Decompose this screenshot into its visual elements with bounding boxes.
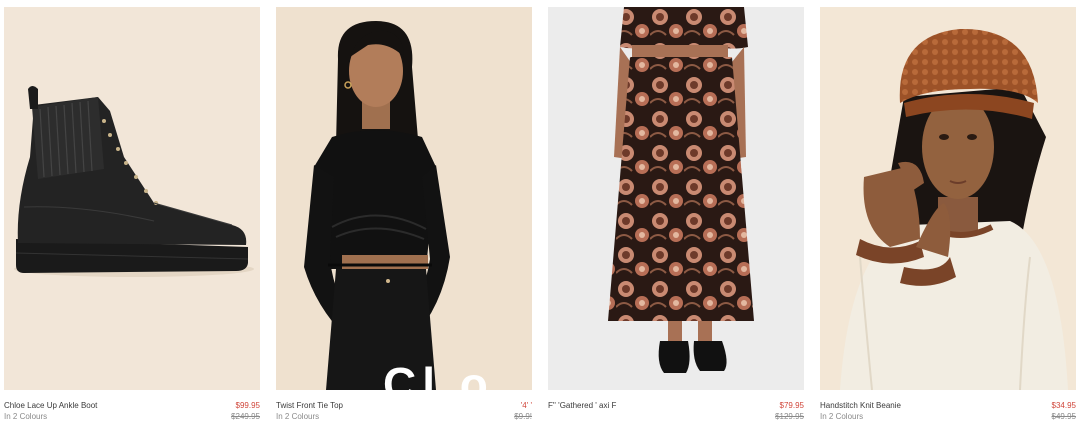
product-original-price: $9.9! — [514, 412, 532, 421]
product-card-maxi-skirt[interactable]: F'' 'Gathered ' axi F $79.95 $129.95 — [548, 7, 804, 428]
overlay-heading: Cl o — [383, 366, 494, 402]
product-image-knit-beanie[interactable] — [820, 7, 1076, 390]
product-colour-count: In 2 Colours — [4, 412, 48, 421]
product-image-twist-top[interactable] — [276, 7, 532, 390]
product-original-price: $49.95 — [1051, 412, 1076, 421]
product-image-maxi-skirt[interactable] — [548, 7, 804, 390]
product-sale-price: $79.95 — [779, 401, 804, 410]
product-info: F'' 'Gathered ' axi F $79.95 $129.95 — [548, 398, 804, 428]
product-info: Twist Front Tie Top In 2 Colours '4' ' $… — [276, 398, 532, 428]
product-name[interactable]: Chloe Lace Up Ankle Boot — [4, 400, 97, 411]
product-original-price: $249.95 — [231, 412, 260, 421]
product-card-ankle-boot[interactable]: Chloe Lace Up Ankle Boot In 2 Colours $9… — [4, 7, 260, 428]
product-sale-price: $34.95 — [1051, 401, 1076, 410]
product-colour-count: In 2 Colours — [820, 412, 864, 421]
product-sale-price: $99.95 — [235, 401, 260, 410]
product-info: Chloe Lace Up Ankle Boot In 2 Colours $9… — [4, 398, 260, 428]
product-card-twist-top[interactable]: Twist Front Tie Top In 2 Colours '4' ' $… — [276, 7, 532, 428]
product-sale-price: '4' ' — [520, 401, 532, 410]
product-card-knit-beanie[interactable]: Handstitch Knit Beanie In 2 Colours $34.… — [820, 7, 1076, 428]
product-image-ankle-boot[interactable] — [4, 7, 260, 390]
product-name[interactable]: Handstitch Knit Beanie — [820, 400, 901, 411]
product-grid: Chloe Lace Up Ankle Boot In 2 Colours $9… — [0, 0, 1080, 441]
product-name[interactable]: Twist Front Tie Top — [276, 400, 343, 411]
product-name[interactable]: F'' 'Gathered ' axi F — [548, 400, 616, 411]
product-original-price: $129.95 — [775, 412, 804, 421]
product-info: Handstitch Knit Beanie In 2 Colours $34.… — [820, 398, 1076, 428]
product-colour-count: In 2 Colours — [276, 412, 320, 421]
